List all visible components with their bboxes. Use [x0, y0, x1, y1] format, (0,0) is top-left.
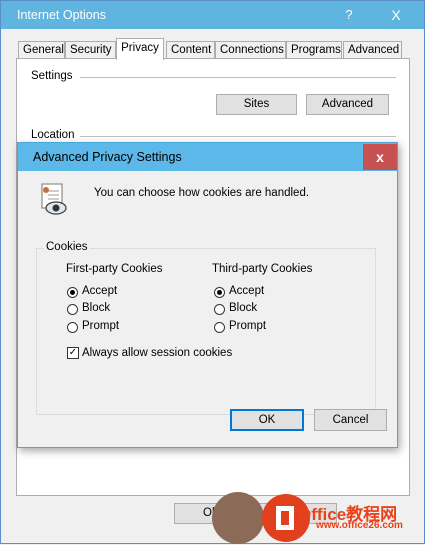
third-party-accept-label[interactable]: Accept: [229, 285, 264, 297]
first-party-block-label[interactable]: Block: [82, 302, 110, 314]
dialog-cancel-button[interactable]: Cancel: [314, 409, 387, 431]
help-button[interactable]: ?: [327, 1, 371, 29]
dialog-title: Advanced Privacy Settings: [33, 150, 182, 164]
first-party-block-radio[interactable]: [67, 304, 78, 315]
dialog-body: You can choose how cookies are handled. …: [18, 171, 397, 447]
advanced-privacy-settings-dialog: Advanced Privacy Settings x You can choo…: [17, 142, 398, 448]
tab-advanced[interactable]: Advanced: [343, 41, 402, 59]
settings-divider: [80, 77, 396, 78]
first-party-accept-radio[interactable]: [67, 287, 78, 298]
first-party-prompt-label[interactable]: Prompt: [82, 320, 119, 332]
location-label: Location: [31, 129, 75, 141]
privacy-document-eye-icon: [41, 183, 67, 215]
third-party-prompt-label[interactable]: Prompt: [229, 320, 266, 332]
dialog-ok-button[interactable]: OK: [230, 409, 304, 431]
tab-general[interactable]: General: [18, 41, 65, 59]
tab-connections[interactable]: Connections: [215, 41, 286, 59]
close-button[interactable]: X: [372, 1, 420, 29]
session-cookies-checkbox[interactable]: ✓: [67, 347, 79, 359]
dialog-close-button[interactable]: x: [363, 144, 397, 170]
window-title-bar[interactable]: Internet Options ? X: [1, 1, 424, 29]
tab-programs[interactable]: Programs: [286, 41, 342, 59]
settings-label: Settings: [31, 70, 73, 82]
watermark-portrait: [212, 492, 264, 544]
advanced-button[interactable]: Advanced: [306, 94, 389, 115]
tab-content[interactable]: Content: [166, 41, 215, 59]
third-party-heading: Third-party Cookies: [212, 263, 313, 275]
watermark-url-text: www.office26.com: [316, 520, 403, 531]
third-party-accept-radio[interactable]: [214, 287, 225, 298]
tab-privacy[interactable]: Privacy: [116, 38, 164, 60]
sites-button[interactable]: Sites: [216, 94, 297, 115]
third-party-block-radio[interactable]: [214, 304, 225, 315]
cookies-group-label: Cookies: [44, 241, 90, 253]
third-party-block-label[interactable]: Block: [229, 302, 257, 314]
first-party-accept-label[interactable]: Accept: [82, 285, 117, 297]
session-cookies-label[interactable]: Always allow session cookies: [82, 347, 232, 359]
third-party-prompt-radio[interactable]: [214, 322, 225, 333]
location-divider: [80, 136, 396, 137]
dialog-title-bar[interactable]: Advanced Privacy Settings x: [18, 143, 397, 171]
window-title: Internet Options: [17, 8, 106, 22]
first-party-heading: First-party Cookies: [66, 263, 163, 275]
info-text: You can choose how cookies are handled.: [94, 187, 310, 199]
first-party-prompt-radio[interactable]: [67, 322, 78, 333]
tab-security[interactable]: Security: [65, 41, 116, 59]
